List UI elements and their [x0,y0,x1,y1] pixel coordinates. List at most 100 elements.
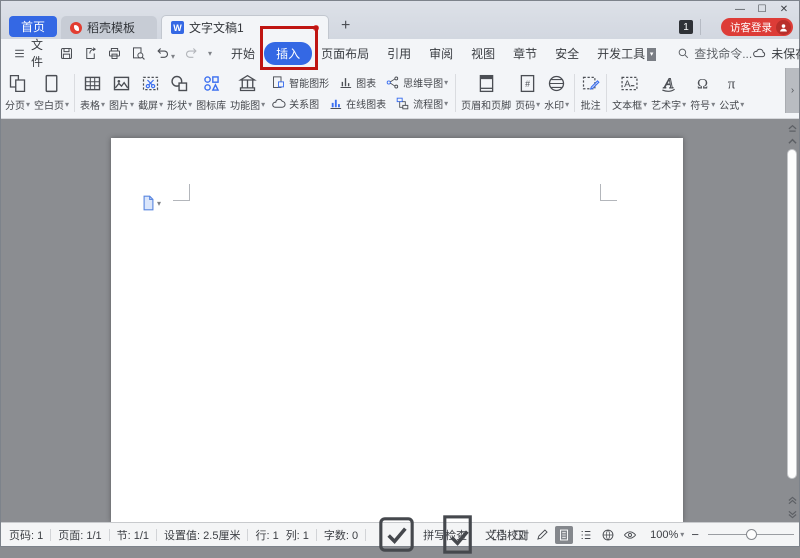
print-preview-button[interactable] [131,46,146,61]
picture-icon [111,73,132,94]
title-bar: — ☐ ✕ 首页 稻壳模板 W 文字文稿1 + 1 访客登录 [1,1,799,39]
undo-button[interactable]: ▾ [155,46,175,61]
ribbon-group-0: 分页▾空白页▾ [3,67,71,118]
menu-item-security[interactable]: 安全 [546,42,588,65]
header-footer-button[interactable]: 页眉和页脚 [459,68,513,118]
menu-item-view[interactable]: 视图 [462,42,504,65]
scroll-up-icon[interactable] [786,135,798,147]
picture-button[interactable]: 图片▾ [107,68,136,118]
status-字数[interactable]: 字数: 0 [324,527,358,543]
cloud-icon [752,46,767,61]
flowchart-button[interactable]: 流程图▾ [395,96,448,111]
zoom-slider[interactable] [708,534,794,535]
menu-item-page-layout[interactable]: 页面布局 [312,42,378,65]
page-number-button[interactable]: #页码▾ [513,68,542,118]
dev-tools-expand-icon[interactable]: ▾ [647,48,656,61]
notification-badge[interactable]: 1 [679,20,693,34]
scrollbar-thumb[interactable] [787,149,797,479]
screenshot-label: 截屏▾ [138,97,163,112]
status-节[interactable]: 节: 1/1 [117,527,149,543]
new-tab-button[interactable]: + [341,17,350,35]
search-icon [677,47,690,60]
minimize-icon[interactable]: — [729,2,751,17]
screenshot-button[interactable]: 截屏▾ [136,68,165,118]
file-menu-button[interactable]: 文件 [9,36,47,70]
home-tab-button[interactable]: 首页 [9,16,57,37]
wordart-button[interactable]: A艺术字▾ [649,68,688,118]
next-page-button[interactable] [786,508,798,520]
blank-page-button[interactable]: 空白页▾ [32,68,71,118]
smart-graphic-button[interactable]: 智能图形 [271,75,329,90]
tab-docer-template[interactable]: 稻壳模板 [61,16,157,39]
maximize-icon[interactable]: ☐ [751,2,773,17]
chevron-down-icon: ▾ [261,100,265,109]
ribbon-group-2: 页眉和页脚#页码▾水印▾ [459,67,571,118]
function-diagram-button[interactable]: 功能图▾ [228,68,267,118]
status-行[interactable]: 行: 1 [255,527,278,543]
vertical-scrollbar[interactable] [785,119,799,522]
menu-item-insert[interactable]: 插入 [264,42,312,65]
status-拼写检查[interactable]: 拼写检查 [373,511,420,558]
command-search[interactable]: 查找命令... [677,45,752,62]
eye-protection-icon [623,528,637,542]
outline-view-view-button[interactable] [577,526,595,544]
ink-view-button[interactable] [533,526,551,544]
chevron-down-icon: ▾ [444,99,448,108]
web-layout-view-button[interactable] [599,526,617,544]
comment-button[interactable]: 批注 [578,68,603,118]
menu-item-review[interactable]: 审阅 [420,42,462,65]
status-设置值[interactable]: 设置值: 2.5厘米 [164,527,240,543]
status-列[interactable]: 列: 1 [286,527,309,543]
page-break-button[interactable]: 分页▾ [3,68,32,118]
close-icon[interactable]: ✕ [773,2,795,17]
shapes-icon [169,73,190,94]
ribbon-group-4: A文本框▾A艺术字▾Ω符号▾π公式▾ [610,67,746,118]
zoom-level-button[interactable]: 100% ▾ [650,529,684,541]
online-chart-button[interactable]: 在线图表 [328,96,386,111]
mindmap-button[interactable]: 思维导图▾ [385,75,448,90]
online-chart-label: 在线图表 [346,96,386,111]
text-box-button[interactable]: A文本框▾ [610,68,649,118]
symbol-button[interactable]: Ω符号▾ [688,68,717,118]
save-button[interactable] [59,46,74,61]
relation-diagram-button[interactable]: 关系图 [271,96,319,111]
quick-insert-tool[interactable]: ▾ [142,195,161,211]
print-layout-view-button[interactable] [555,526,573,544]
status-页码[interactable]: 页码: 1 [9,527,43,543]
formula-button[interactable]: π公式▾ [717,68,746,118]
shapes-button[interactable]: 形状▾ [165,68,194,118]
zoom-out-button[interactable]: − [691,527,699,542]
menu-item-dev-tools[interactable]: 开发工具▾ [588,42,665,65]
save-status-button[interactable]: 未保存 ▾ [752,45,800,62]
guest-login-button[interactable]: 访客登录 [721,18,793,36]
command-search-label: 查找命令... [694,45,752,62]
export-button[interactable] [83,46,98,61]
status-页面[interactable]: 页面: 1/1 [58,527,101,543]
zoom-slider-knob[interactable] [746,529,757,540]
previous-page-button[interactable] [786,494,798,506]
chevron-down-icon: ▾ [444,78,448,87]
eye-protection-view-button[interactable] [621,526,639,544]
status-right: 100% ▾ − + [489,526,800,544]
qat-more-button[interactable]: ▾ [208,49,212,58]
ribbon-expand-button[interactable]: › [785,68,799,113]
menu-item-references[interactable]: 引用 [378,42,420,65]
menu-item-start[interactable]: 开始 [222,42,264,65]
wps-doc-icon: W [171,21,184,34]
table-button[interactable]: 表格▾ [78,68,107,118]
formula-label: 公式▾ [719,97,744,112]
redo-button[interactable] [184,46,199,61]
menu-item-section[interactable]: 章节 [504,42,546,65]
tab-document-active[interactable]: W 文字文稿1 [161,15,329,39]
status-文档校对[interactable]: 文档校对 [435,511,482,558]
watermark-button[interactable]: 水印▾ [542,68,571,118]
scroll-prev-object-icon[interactable] [786,121,798,133]
chart-button[interactable]: 图表 [338,75,376,90]
fullscreen-view-button[interactable] [489,526,507,544]
smart-graphic-icon [271,75,286,90]
print-button[interactable] [107,46,122,61]
read-layout-view-button[interactable] [511,526,529,544]
icon-library-button[interactable]: 图标库 [194,68,228,118]
picture-label: 图片▾ [109,97,134,112]
document-page[interactable]: ▾ [111,138,683,522]
